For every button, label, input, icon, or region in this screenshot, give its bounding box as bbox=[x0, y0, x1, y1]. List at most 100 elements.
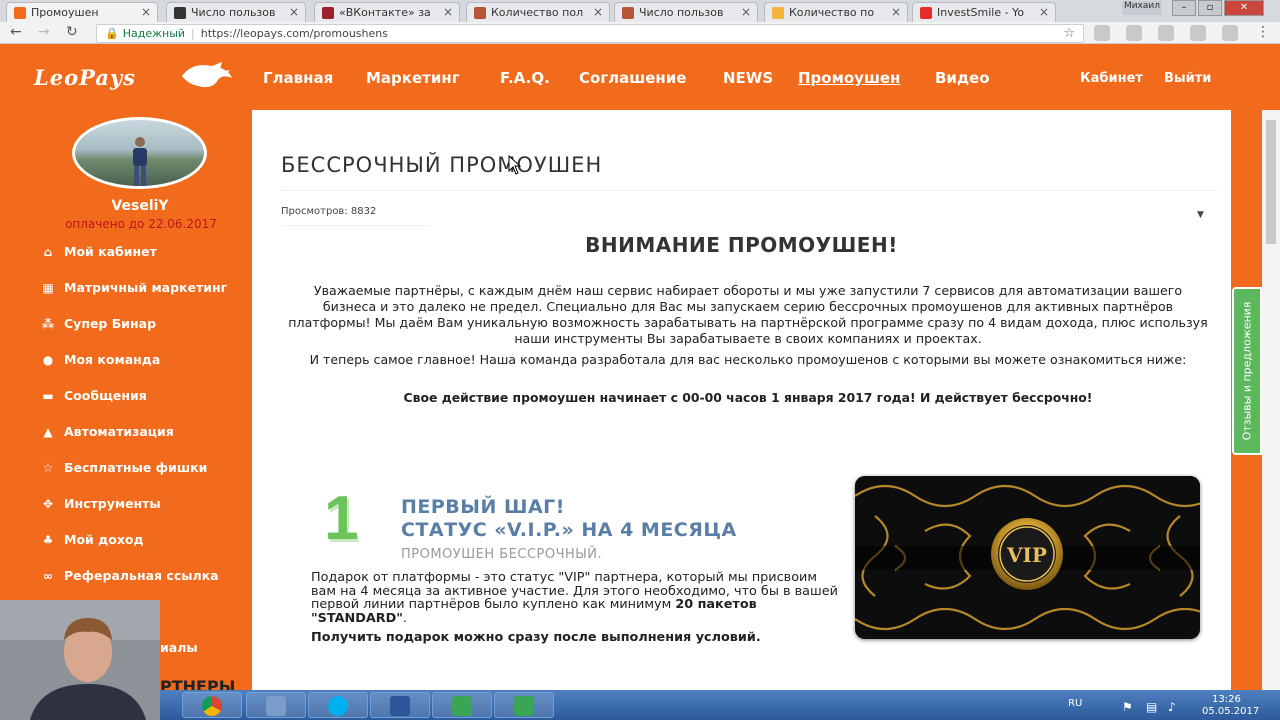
avatar[interactable] bbox=[72, 117, 207, 189]
page-scrollbar[interactable] bbox=[1262, 110, 1280, 690]
nav-agreement[interactable]: Соглашение bbox=[579, 69, 686, 87]
address-bar[interactable]: 🔒 Надежный | https://leopays.com/promoushen… bbox=[96, 24, 1084, 43]
sidebar-item-label: Бесплатные фишки bbox=[64, 460, 208, 475]
nav-marketing[interactable]: Маркетинг bbox=[366, 69, 460, 87]
browser-tab[interactable]: InvestSmile - Yo × bbox=[912, 2, 1056, 22]
nav-promotion[interactable]: Промоушен bbox=[798, 69, 900, 87]
page-title: БЕССРОЧНЫЙ ПРОМОУШЕН bbox=[281, 153, 603, 177]
browser-tab[interactable]: Количество по × bbox=[764, 2, 908, 22]
sidebar-item-my-cabinet[interactable]: ⌂ Мой кабинет bbox=[40, 244, 157, 259]
tab-close-icon[interactable]: × bbox=[289, 5, 299, 19]
flag-icon[interactable]: ⚑ bbox=[1122, 700, 1133, 714]
main-content: БЕССРОЧНЫЙ ПРОМОУШЕН Просмотров: 8832 ▼ … bbox=[252, 110, 1231, 720]
tab-close-icon[interactable]: × bbox=[141, 5, 151, 19]
t-favicon bbox=[322, 7, 334, 19]
network-icon[interactable]: ▤ bbox=[1146, 700, 1157, 714]
sidebar-item-my-team[interactable]: ● Моя команда bbox=[40, 352, 161, 367]
address-separator: | bbox=[191, 27, 195, 40]
sidebar-item-materials-partial[interactable]: иалы bbox=[160, 640, 198, 655]
piggy-bank-icon: ♣ bbox=[42, 533, 54, 547]
logout-link[interactable]: Выйти bbox=[1164, 71, 1211, 86]
tab-close-icon[interactable]: × bbox=[891, 5, 901, 19]
taskbar-chrome[interactable] bbox=[182, 692, 242, 718]
step-heading-1: ПЕРВЫЙ ШАГ! bbox=[401, 496, 565, 518]
computer-icon bbox=[266, 696, 286, 716]
browser-tab[interactable]: Количество пол × bbox=[466, 2, 610, 22]
grid-icon: ▦ bbox=[42, 281, 54, 295]
vip-card-art: VIP bbox=[855, 476, 1200, 639]
feedback-tab-label: Отзывы и предложения bbox=[1240, 301, 1254, 441]
language-indicator[interactable]: RU bbox=[1068, 698, 1082, 709]
volume-icon[interactable]: ♪ bbox=[1168, 700, 1176, 714]
nav-video[interactable]: Видео bbox=[935, 69, 990, 87]
browser-tab-active[interactable]: Промоушен × bbox=[6, 2, 158, 22]
extension-icon[interactable] bbox=[1222, 25, 1238, 41]
sidebar-item-super-binar[interactable]: ⁂ Супер Бинар bbox=[40, 316, 156, 331]
nav-main[interactable]: Главная bbox=[263, 69, 333, 87]
tab-close-icon[interactable]: × bbox=[443, 5, 453, 19]
clock-time[interactable]: 13:26 bbox=[1212, 694, 1241, 705]
tab-close-icon[interactable]: × bbox=[1039, 5, 1049, 19]
taskbar-camtasia-2[interactable] bbox=[494, 692, 554, 718]
tab-title: Промоушен bbox=[31, 6, 99, 19]
browser-tab[interactable]: Число пользов × bbox=[614, 2, 758, 22]
menu-dots-icon[interactable]: ⋮ bbox=[1256, 24, 1270, 40]
extension-icon[interactable] bbox=[1126, 25, 1142, 41]
site-logo[interactable]: LeoPays bbox=[34, 65, 136, 90]
taskbar-skype[interactable] bbox=[308, 692, 368, 718]
sidebar-item-messages[interactable]: ▬ Сообщения bbox=[40, 388, 146, 403]
link-icon: ∞ bbox=[43, 569, 53, 583]
cabinet-link[interactable]: Кабинет bbox=[1080, 71, 1143, 86]
rg-favicon bbox=[622, 7, 634, 19]
taskbar-app[interactable] bbox=[246, 692, 306, 718]
attention-heading: ВНИМАНИЕ ПРОМОУШЕН! bbox=[585, 233, 898, 257]
sidebar-item-automation[interactable]: ▲ Автоматизация bbox=[40, 424, 173, 439]
sidebar-item-label: Моя команда bbox=[64, 352, 161, 367]
sidebar-item-my-income[interactable]: ♣ Мой доход bbox=[40, 532, 144, 547]
browser-tab[interactable]: Число пользов × bbox=[166, 2, 306, 22]
profile-label[interactable]: Михаил bbox=[1122, 1, 1162, 15]
feedback-tab[interactable]: Отзывы и предложения bbox=[1232, 287, 1262, 455]
tab-title: Число пользов bbox=[639, 6, 724, 19]
extension-icon[interactable] bbox=[1094, 25, 1110, 41]
windows-taskbar: RU ⚑ ▤ ♪ 13:26 05.05.2017 bbox=[160, 690, 1280, 720]
tools-icon: ✥ bbox=[42, 497, 54, 511]
lock-icon: 🔒 bbox=[105, 27, 119, 40]
site-header: LeoPays Главная Маркетинг F.A.Q. Соглаше… bbox=[0, 44, 1280, 110]
extension-icon[interactable] bbox=[1158, 25, 1174, 41]
envelope-favicon bbox=[772, 7, 784, 19]
sidebar-item-free-features[interactable]: ☆ Бесплатные фишки bbox=[40, 460, 208, 475]
caret-down-icon[interactable]: ▼ bbox=[1197, 210, 1204, 220]
views-counter: Просмотров: 8832 bbox=[281, 206, 377, 217]
sidebar-item-tools[interactable]: ✥ Инструменты bbox=[40, 496, 161, 511]
extension-icon[interactable] bbox=[1190, 25, 1206, 41]
secure-label: Надежный bbox=[122, 27, 186, 40]
minimize-button[interactable]: – bbox=[1172, 0, 1196, 16]
sidebar-item-label: Реферальная ссылка bbox=[64, 568, 219, 583]
forward-arrow-icon[interactable]: → bbox=[38, 24, 50, 40]
sidebar-item-referral-link[interactable]: ∞ Реферальная ссылка bbox=[40, 568, 219, 583]
browser-tab[interactable]: «ВКонтакте» за × bbox=[314, 2, 460, 22]
taskbar-word[interactable] bbox=[370, 692, 430, 718]
back-arrow-icon[interactable]: ← bbox=[10, 24, 22, 40]
maximize-button[interactable]: ▫ bbox=[1198, 0, 1222, 16]
tab-title: Количество пол bbox=[491, 6, 584, 19]
scrollbar-thumb[interactable] bbox=[1266, 120, 1276, 244]
youtube-favicon bbox=[920, 7, 932, 19]
bookmark-star-icon[interactable]: ☆ bbox=[1063, 26, 1075, 41]
mouse-cursor-icon bbox=[508, 155, 522, 175]
browser-tabstrip: Промоушен × Число пользов × «ВКонтакте» … bbox=[0, 0, 1280, 22]
reload-icon[interactable]: ↻ bbox=[66, 24, 78, 40]
camtasia-icon bbox=[514, 696, 534, 716]
sidebar-item-label: Мой кабинет bbox=[64, 244, 157, 259]
close-window-button[interactable]: ✕ bbox=[1224, 0, 1264, 16]
tab-close-icon[interactable]: × bbox=[741, 5, 751, 19]
nav-news[interactable]: NEWS bbox=[723, 69, 773, 87]
tab-close-icon[interactable]: × bbox=[593, 5, 603, 19]
clock-date[interactable]: 05.05.2017 bbox=[1202, 706, 1259, 717]
sidebar-item-label: Инструменты bbox=[64, 496, 161, 511]
taskbar-camtasia[interactable] bbox=[432, 692, 492, 718]
chrome-icon bbox=[202, 696, 222, 716]
nav-faq[interactable]: F.A.Q. bbox=[500, 69, 550, 87]
sidebar-item-matrix-marketing[interactable]: ▦ Матричный маркетинг bbox=[40, 280, 227, 295]
